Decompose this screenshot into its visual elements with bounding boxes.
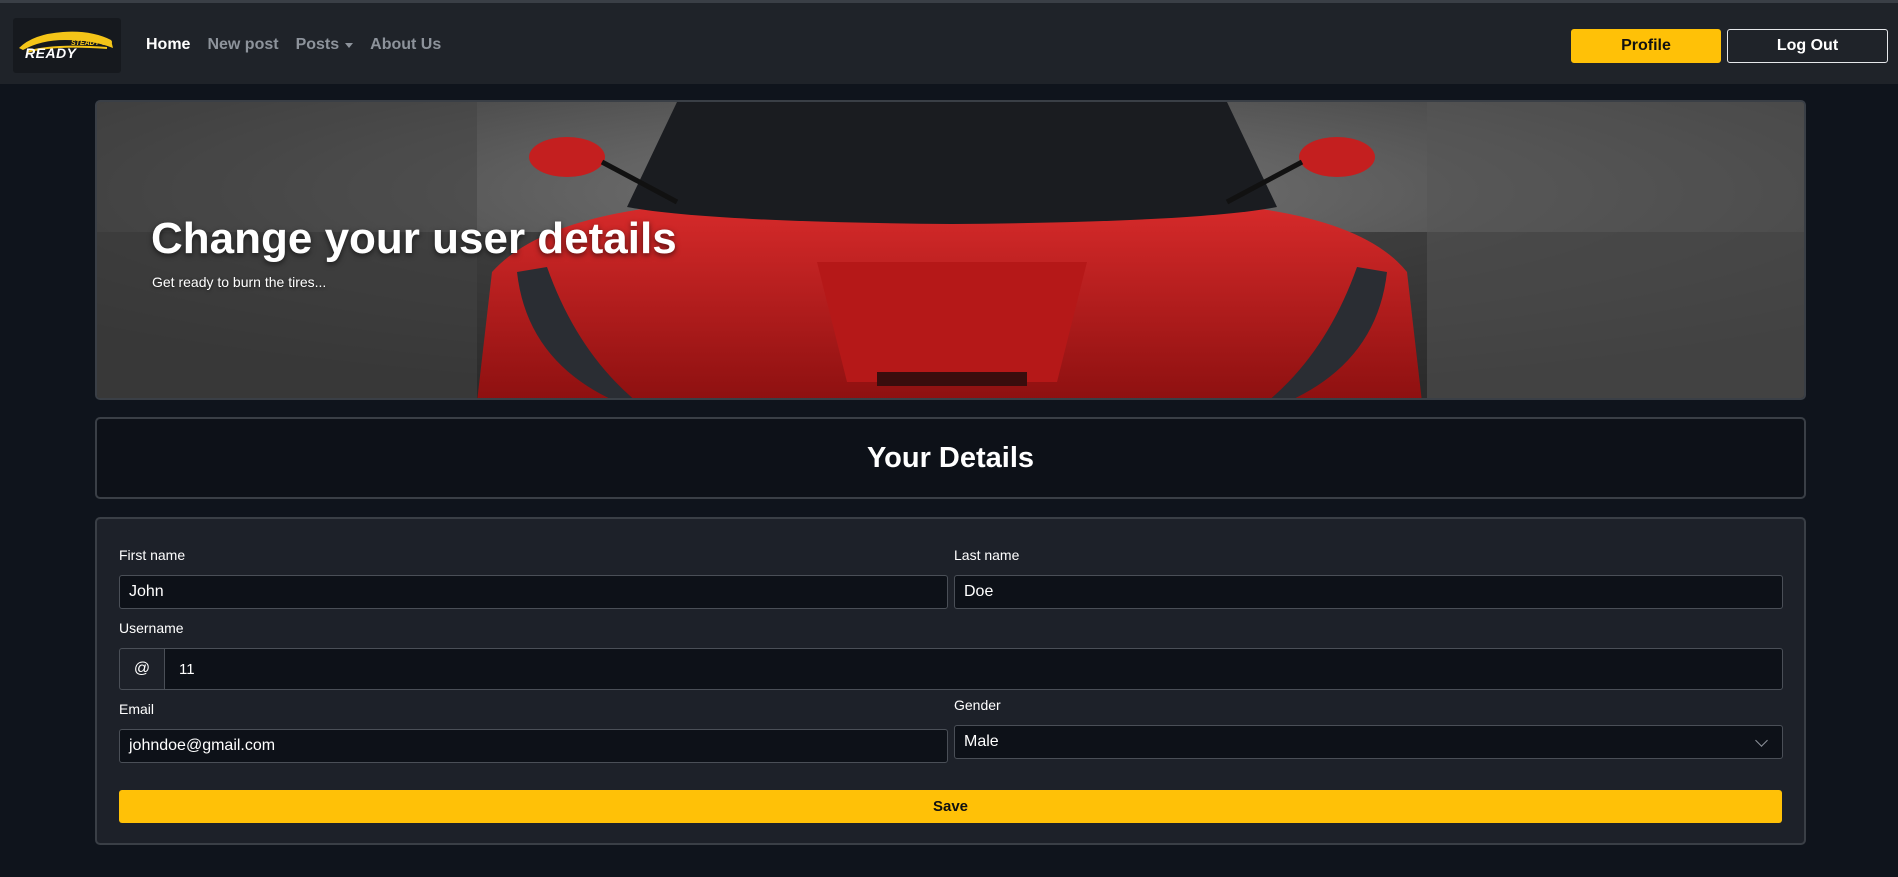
- brand-logo[interactable]: STEADY GO READY: [13, 18, 121, 73]
- caret-down-icon: [345, 42, 354, 48]
- email-input[interactable]: johndoe@gmail.com: [119, 729, 948, 763]
- email-label: Email: [119, 701, 155, 717]
- details-header: Your Details: [95, 417, 1806, 499]
- logout-button[interactable]: Log Out: [1727, 29, 1888, 63]
- gender-selected-value: Male: [964, 733, 999, 750]
- nav-home-link[interactable]: Home: [146, 36, 190, 54]
- chevron-down-icon: [1755, 734, 1768, 747]
- last-name-label: Last name: [954, 547, 1020, 563]
- nav-posts-label: Posts: [295, 36, 340, 53]
- first-name-input[interactable]: John: [119, 575, 948, 609]
- logo-text: READY: [25, 45, 77, 61]
- hero-banner: Change your user details Get ready to bu…: [95, 100, 1806, 400]
- details-title: Your Details: [866, 441, 1035, 474]
- nav-about-us-link[interactable]: About Us: [370, 36, 441, 54]
- profile-button[interactable]: Profile: [1571, 29, 1721, 63]
- hero-subtitle: Get ready to burn the tires...: [152, 274, 327, 290]
- nav-links: Home New post Posts About Us: [146, 3, 458, 87]
- first-name-label: First name: [119, 547, 186, 563]
- gender-label: Gender: [954, 697, 1001, 713]
- hero-title: Change your user details: [151, 214, 677, 263]
- nav-new-post-link[interactable]: New post: [207, 36, 278, 54]
- username-input[interactable]: 11: [164, 648, 1783, 690]
- gender-select[interactable]: Male: [954, 725, 1783, 759]
- username-at-addon: @: [119, 648, 165, 690]
- username-label: Username: [119, 620, 184, 636]
- user-details-form: First name John Last name Doe Username @…: [95, 517, 1806, 845]
- logo-small-text: STEADY GO: [71, 40, 113, 47]
- navbar: STEADY GO READY Home New post Posts Abou…: [0, 0, 1898, 84]
- last-name-input[interactable]: Doe: [954, 575, 1783, 609]
- nav-posts-dropdown[interactable]: Posts: [296, 36, 354, 54]
- save-button[interactable]: Save: [119, 790, 1782, 823]
